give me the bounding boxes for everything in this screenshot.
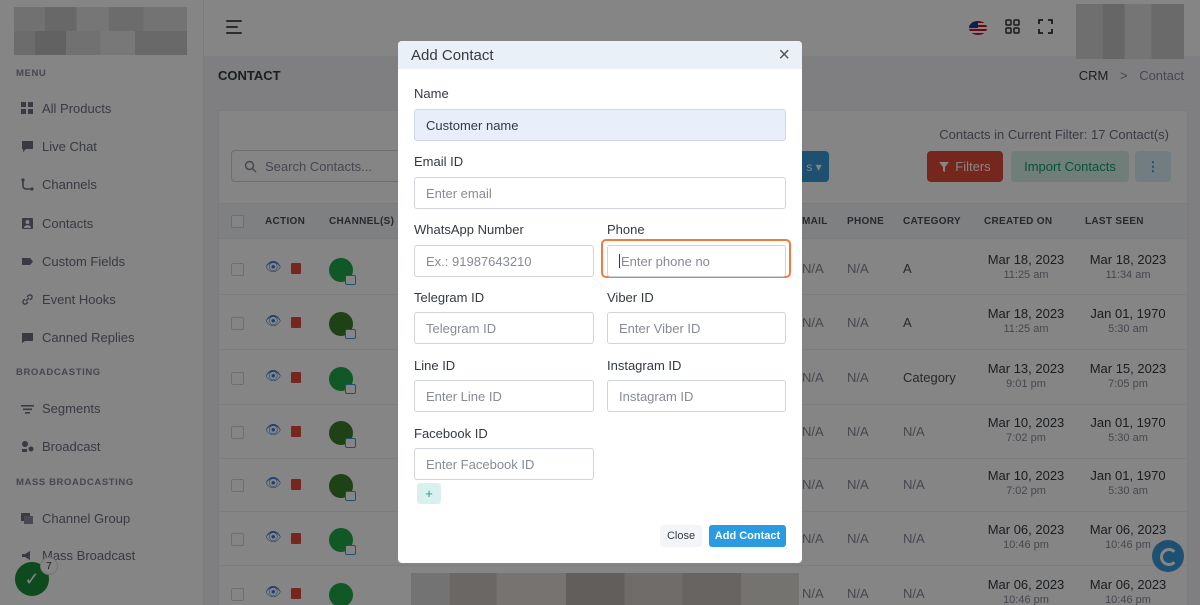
modal-header: Add Contact × xyxy=(398,41,802,69)
instagram-label: Instagram ID xyxy=(607,358,682,373)
phone-field[interactable]: Enter phone no xyxy=(607,245,786,277)
close-icon[interactable]: × xyxy=(778,45,790,65)
viber-label: Viber ID xyxy=(607,290,654,305)
whatsapp-field[interactable]: Ex.: 91987643210 xyxy=(414,245,594,277)
line-label: Line ID xyxy=(414,358,456,373)
facebook-field[interactable]: Enter Facebook ID xyxy=(414,448,594,480)
telegram-field[interactable]: Telegram ID xyxy=(414,312,594,344)
phone-label: Phone xyxy=(607,222,645,237)
add-field-button[interactable]: + xyxy=(417,483,441,504)
close-button[interactable]: Close xyxy=(660,525,702,547)
telegram-label: Telegram ID xyxy=(414,290,485,305)
facebook-label: Facebook ID xyxy=(414,426,488,441)
name-label: Name xyxy=(414,86,449,101)
instagram-field[interactable]: Instagram ID xyxy=(607,380,786,412)
line-field[interactable]: Enter Line ID xyxy=(414,380,594,412)
add-contact-modal: Add Contact × Name Customer name Email I… xyxy=(398,41,802,563)
add-contact-button[interactable]: Add Contact xyxy=(709,525,786,547)
whatsapp-label: WhatsApp Number xyxy=(414,222,524,237)
modal-title: Add Contact xyxy=(411,47,494,64)
viber-field[interactable]: Enter Viber ID xyxy=(607,312,786,344)
phone-placeholder: Enter phone no xyxy=(621,253,710,269)
email-label: Email ID xyxy=(414,154,464,169)
email-field[interactable]: Enter email xyxy=(414,177,786,209)
name-field[interactable]: Customer name xyxy=(414,109,786,141)
text-caret xyxy=(619,254,620,268)
